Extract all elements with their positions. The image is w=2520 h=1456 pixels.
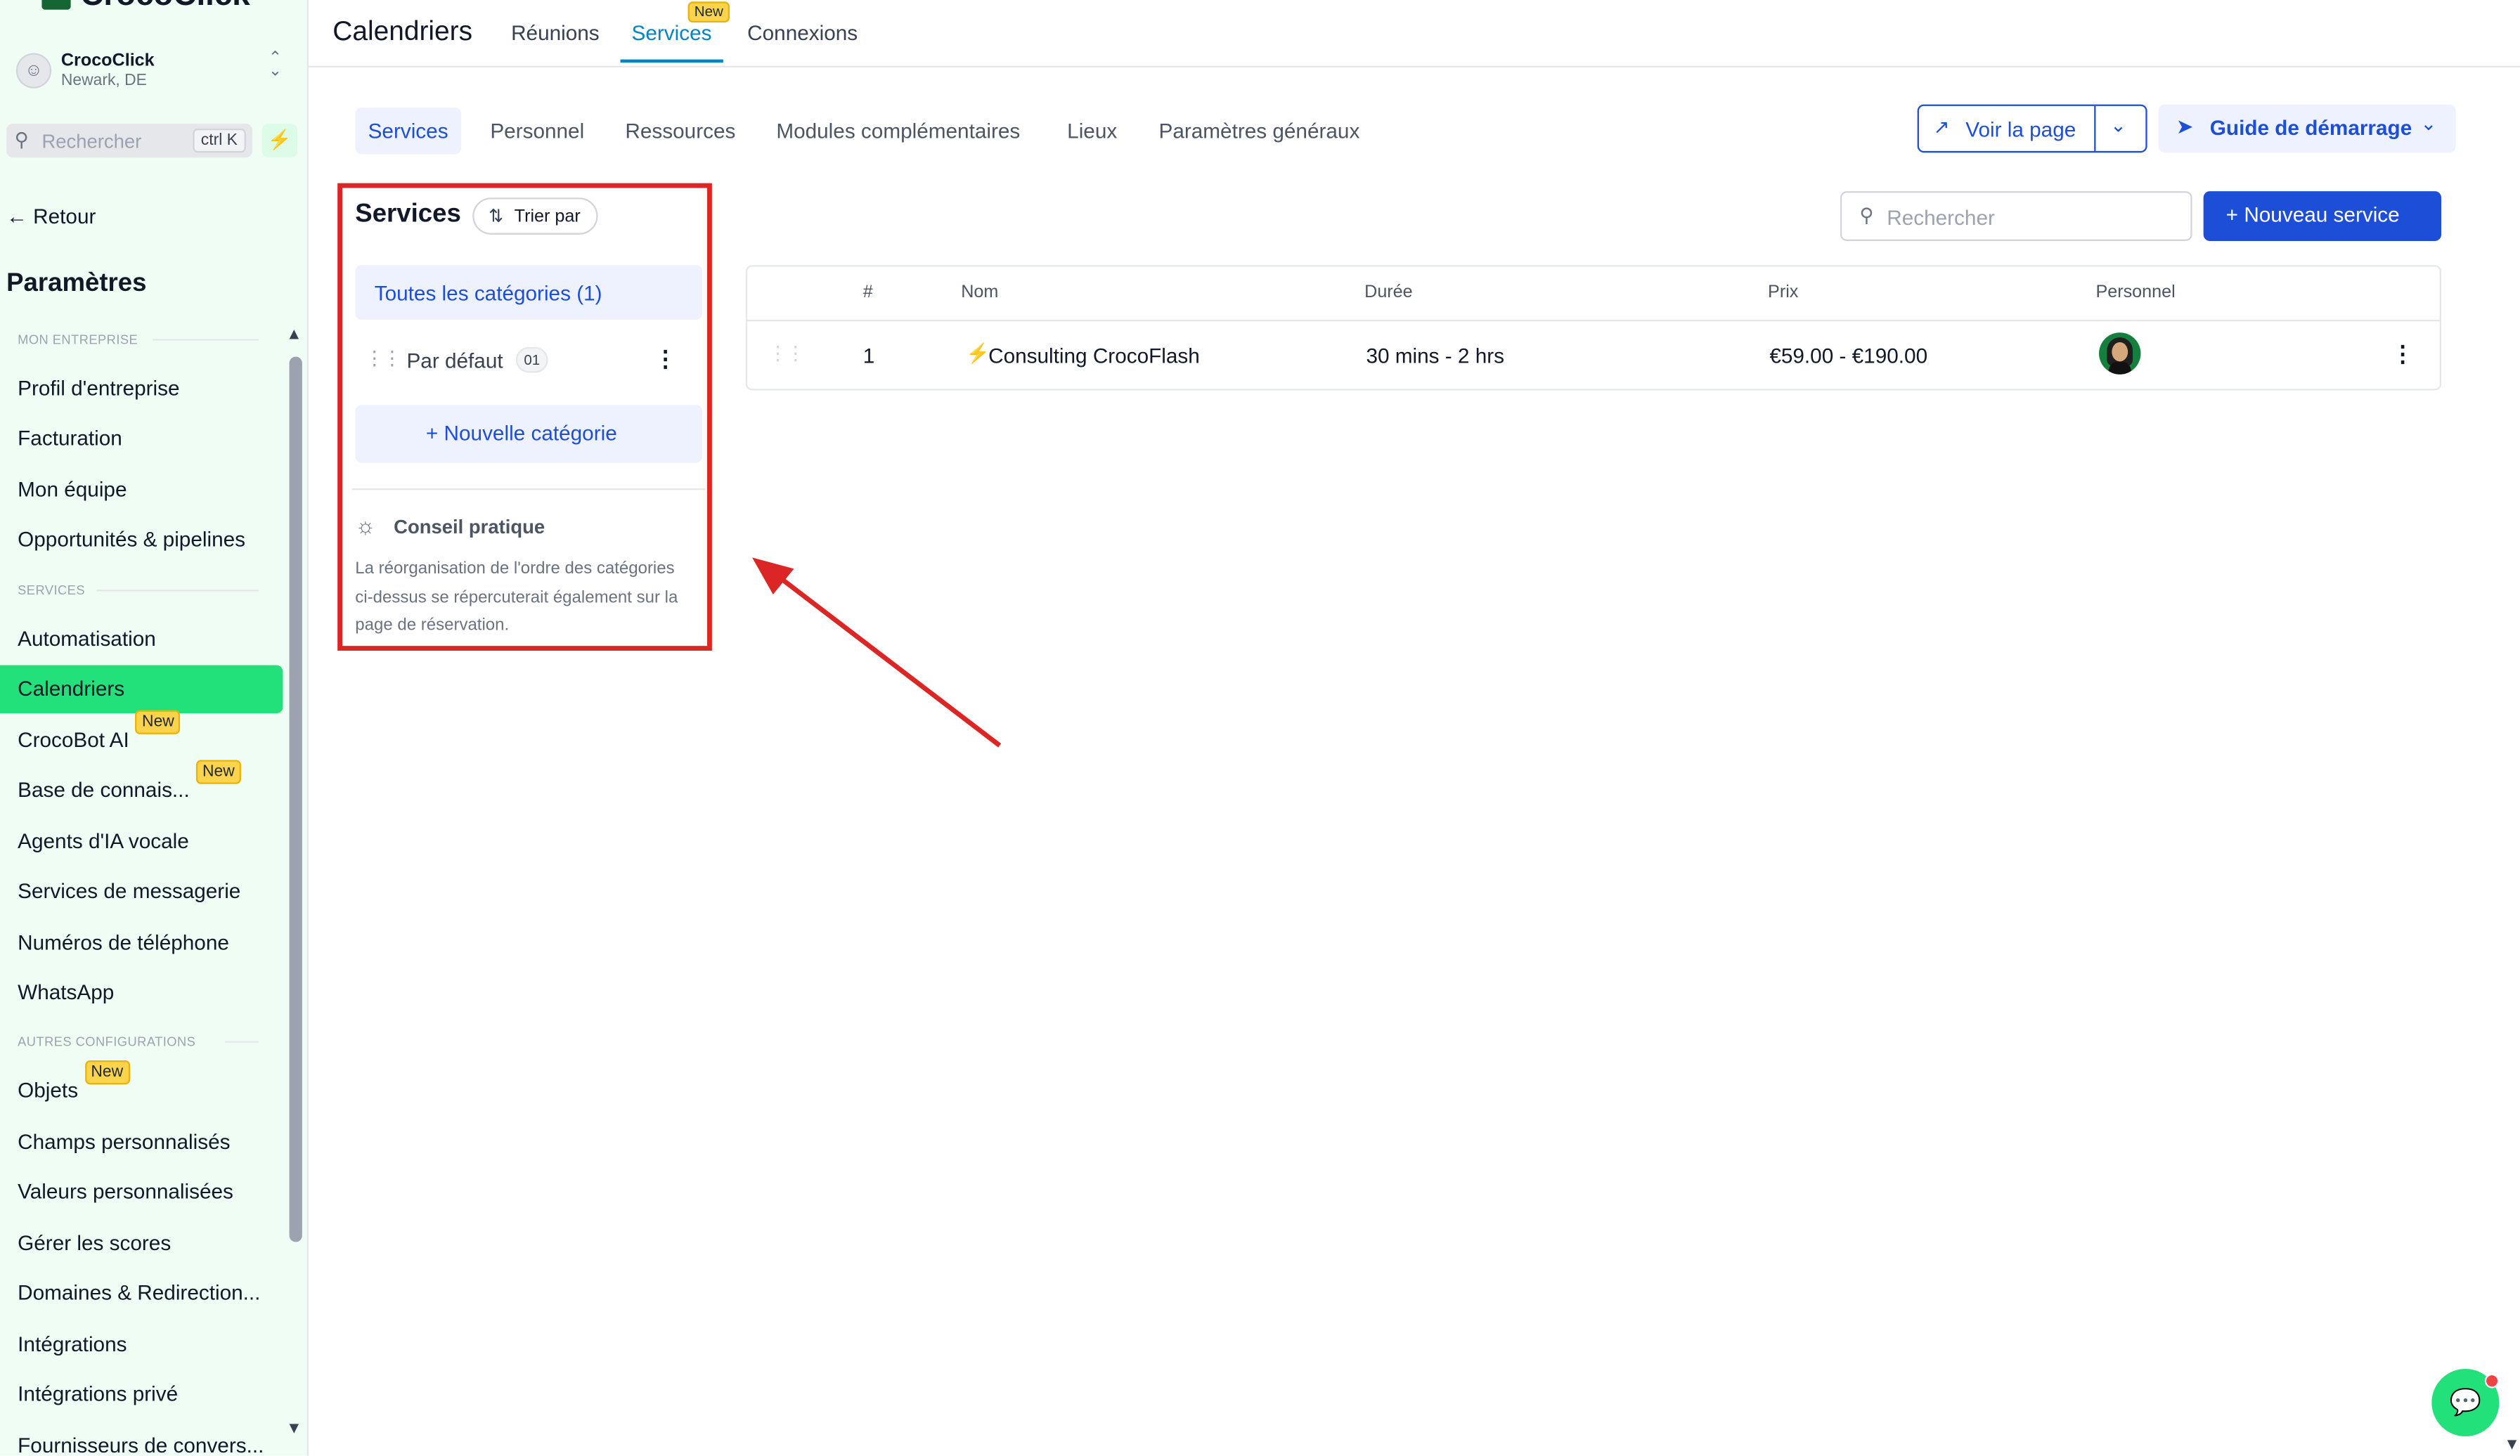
back-link[interactable]: ← Retour bbox=[6, 204, 96, 228]
subtab-resources[interactable]: Ressources bbox=[612, 108, 749, 154]
sidebar-item-custom-values[interactable]: Valeurs personnalisées bbox=[0, 1168, 283, 1216]
view-page-button[interactable]: ↗ Voir la page ⌄ bbox=[1917, 104, 2147, 153]
chevron-down-icon: ⌄ bbox=[2420, 112, 2437, 136]
tab-services[interactable]: Services bbox=[632, 21, 712, 45]
divider bbox=[747, 319, 2440, 322]
subtab-services[interactable]: Services bbox=[355, 108, 461, 155]
column-header-price: Prix bbox=[1768, 282, 1799, 302]
section-label-company: MON ENTREPRISE bbox=[18, 332, 138, 347]
app-logo[interactable]: CrocoClick bbox=[80, 0, 250, 15]
new-badge: New bbox=[135, 710, 181, 734]
getting-started-label: Guide de démarrage bbox=[2209, 115, 2412, 140]
tab-meetings[interactable]: Réunions bbox=[511, 21, 600, 45]
section-label-services: SERVICES bbox=[18, 583, 86, 598]
active-tab-indicator bbox=[620, 59, 723, 63]
divider bbox=[2094, 105, 2096, 151]
rocket-icon: ➤ bbox=[2176, 114, 2194, 138]
sidebar: CrocoClick ☺ CrocoClick Newark, DE ⌃⌄ ⚲ … bbox=[0, 0, 309, 1456]
services-table: # Nom Durée Prix Personnel ⋮⋮ 1 ⚡ Consul… bbox=[745, 265, 2442, 391]
view-page-label: Voir la page bbox=[1965, 117, 2076, 142]
sidebar-item-company-profile[interactable]: Profil d'entreprise bbox=[0, 365, 283, 413]
service-name-link[interactable]: Consulting CrocoFlash bbox=[988, 344, 1200, 368]
sidebar-item-domains[interactable]: Domaines & Redirection... bbox=[0, 1269, 283, 1318]
new-badge: New bbox=[687, 1, 730, 23]
notification-dot bbox=[2484, 1373, 2500, 1389]
bolt-icon[interactable]: ⚡ bbox=[261, 124, 297, 158]
sidebar-item-conversation-providers[interactable]: Fournisseurs de convers... bbox=[0, 1422, 283, 1455]
chevron-down-icon[interactable]: ⌄ bbox=[2110, 114, 2126, 136]
shortcut-hint: ctrl K bbox=[193, 128, 246, 153]
arrow-left-icon: ← bbox=[6, 204, 27, 228]
row-index: 1 bbox=[862, 344, 875, 368]
highlight-box bbox=[337, 183, 712, 651]
section-label-other: AUTRES CONFIGURATIONS bbox=[18, 1034, 196, 1050]
new-badge: New bbox=[84, 1060, 130, 1085]
sidebar-item-team[interactable]: Mon équipe bbox=[0, 466, 283, 514]
divider bbox=[225, 1041, 259, 1043]
annotation-arrow bbox=[752, 557, 1002, 748]
chevron-updown-icon: ⌃ ⌄ bbox=[268, 49, 283, 81]
new-service-button[interactable]: + Nouveau service bbox=[2203, 191, 2442, 241]
column-header-staff: Personnel bbox=[2095, 282, 2176, 302]
sidebar-item-knowledge-base[interactable]: Base de connais...New bbox=[0, 760, 283, 815]
search-icon: ⚲ bbox=[1859, 204, 1874, 227]
plus-icon: + bbox=[2225, 202, 2239, 227]
column-header-duration: Durée bbox=[1364, 282, 1413, 302]
external-link-icon: ↗ bbox=[1933, 115, 1950, 138]
subtab-general-settings[interactable]: Paramètres généraux bbox=[1146, 108, 1372, 154]
sidebar-item-pipelines[interactable]: Opportunités & pipelines bbox=[0, 516, 283, 564]
account-switcher[interactable]: ☺ CrocoClick Newark, DE ⌃ ⌄ bbox=[6, 48, 299, 97]
sidebar-item-integrations[interactable]: Intégrations bbox=[0, 1320, 283, 1369]
getting-started-button[interactable]: ➤ Guide de démarrage ⌄ bbox=[2158, 104, 2456, 153]
sidebar-item-phone-numbers[interactable]: Numéros de téléphone bbox=[0, 919, 283, 968]
sidebar-item-calendars[interactable]: Calendriers bbox=[0, 665, 283, 714]
avatar[interactable] bbox=[2099, 332, 2141, 375]
scroll-down-icon[interactable]: ▼ bbox=[2504, 1436, 2520, 1454]
divider bbox=[96, 590, 259, 592]
sidebar-item-objects[interactable]: ObjetsNew bbox=[0, 1060, 283, 1115]
new-badge: New bbox=[195, 760, 241, 784]
sidebar-item-whatsapp[interactable]: WhatsApp bbox=[0, 969, 283, 1018]
sidebar-item-custom-fields[interactable]: Champs personnalisés bbox=[0, 1118, 283, 1166]
scroll-up-icon[interactable]: ▲ bbox=[286, 326, 302, 344]
sidebar-item-automation[interactable]: Automatisation bbox=[0, 616, 283, 664]
logo-icon bbox=[41, 0, 71, 10]
tab-connections[interactable]: Connexions bbox=[747, 21, 858, 45]
subtab-locations[interactable]: Lieux bbox=[1054, 108, 1130, 154]
bolt-icon: ⚡ bbox=[966, 342, 990, 365]
sidebar-item-crocobot[interactable]: CrocoBot AINew bbox=[0, 710, 283, 765]
services-search-placeholder: Rechercher bbox=[1887, 205, 1995, 230]
drag-handle-icon[interactable]: ⋮⋮ bbox=[768, 342, 806, 365]
subtab-addons[interactable]: Modules complémentaires bbox=[763, 108, 1033, 154]
back-label: Retour bbox=[33, 204, 96, 228]
services-search-input[interactable]: ⚲ Rechercher bbox=[1840, 191, 2192, 241]
page-title: Calendriers bbox=[332, 15, 473, 47]
sidebar-item-messaging[interactable]: Services de messagerie bbox=[0, 868, 283, 916]
sidebar-item-billing[interactable]: Facturation bbox=[0, 415, 283, 463]
top-bar: Calendriers Réunions Services New Connex… bbox=[308, 0, 2520, 68]
divider bbox=[153, 339, 259, 341]
sidebar-item-voice-ai[interactable]: Agents d'IA vocale bbox=[0, 818, 283, 866]
new-service-label: + Nouveau service bbox=[2225, 202, 2400, 227]
service-duration: 30 mins - 2 hrs bbox=[1366, 344, 1505, 368]
sidebar-item-scores[interactable]: Gérer les scores bbox=[0, 1219, 283, 1268]
user-icon: ☺ bbox=[15, 53, 52, 89]
account-name: CrocoClick bbox=[60, 51, 155, 71]
scroll-down-icon[interactable]: ▼ bbox=[286, 1420, 302, 1438]
sidebar-scrollbar[interactable] bbox=[289, 356, 302, 1242]
settings-heading: Paramètres bbox=[6, 270, 147, 297]
more-vertical-icon[interactable]: ⋮ bbox=[2391, 341, 2414, 368]
column-header-name: Nom bbox=[961, 282, 999, 302]
search-icon: ⚲ bbox=[14, 128, 29, 151]
subtab-staff[interactable]: Personnel bbox=[477, 108, 597, 154]
account-location: Newark, DE bbox=[60, 72, 147, 91]
sidebar-item-private-integrations[interactable]: Intégrations privé bbox=[0, 1370, 283, 1419]
sidebar-search-placeholder: Rechercher bbox=[41, 130, 142, 153]
sidebar-search[interactable]: ⚲ Rechercher ctrl K bbox=[6, 124, 252, 158]
column-header-index: # bbox=[862, 282, 873, 302]
service-price: €59.00 - €190.00 bbox=[1769, 344, 1928, 368]
